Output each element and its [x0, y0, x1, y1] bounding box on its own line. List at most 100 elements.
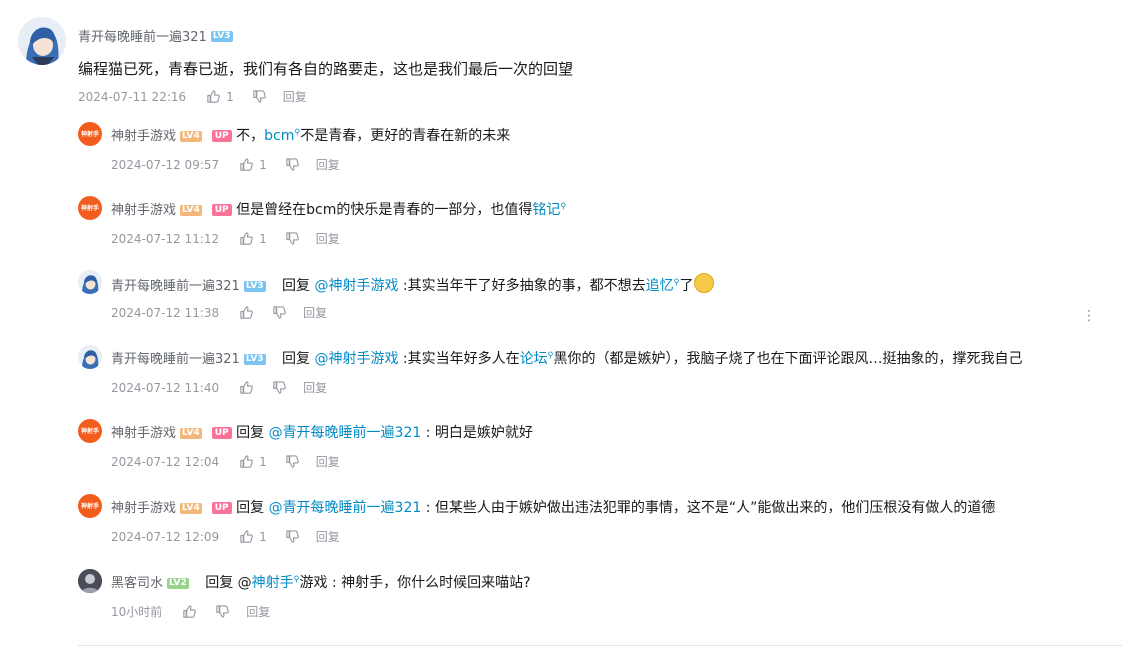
- reply-line: 青开每晚睡前一遍321 LV3 回复 @神射手游戏 :其实当年好多人在论坛⚲黑你的…: [111, 348, 1023, 368]
- thumb-up-icon: [206, 89, 221, 104]
- comment-meta: 10小时前 回复: [111, 603, 270, 620]
- level-badge: LV3: [210, 31, 233, 42]
- avatar[interactable]: [78, 270, 102, 294]
- level-badge: LV3: [243, 280, 266, 292]
- reply-text: 不，: [236, 128, 265, 144]
- thumb-up-icon: [239, 157, 254, 172]
- timestamp: 2024-07-12 12:09: [111, 529, 220, 544]
- username[interactable]: 神射手游戏: [111, 426, 176, 441]
- avatar-text: 神射手: [80, 130, 99, 138]
- reply-button[interactable]: 回复: [246, 603, 270, 620]
- dislike-button[interactable]: [215, 604, 230, 619]
- timestamp: 2024-07-12 12:04: [111, 454, 220, 469]
- reply-button[interactable]: 回复: [303, 304, 327, 321]
- dislike-button[interactable]: [285, 529, 300, 544]
- comment-text: 编程猫已死，青春已逝，我们有各自的路要走，这也是我们最后一次的回望: [78, 60, 574, 78]
- thumb-up-icon: [182, 604, 197, 619]
- like-count: 1: [226, 89, 234, 104]
- comment-meta: 2024-07-12 12:04 1 回复: [111, 453, 340, 470]
- mention-link[interactable]: @青开每晚睡前一遍321: [269, 500, 422, 516]
- reply-button[interactable]: 回复: [316, 528, 340, 545]
- reply-button[interactable]: 回复: [316, 453, 340, 470]
- avatar-text: 神射手: [80, 502, 99, 510]
- avatar[interactable]: [78, 345, 102, 369]
- avatar[interactable]: 神射手: [78, 494, 102, 518]
- up-tag: UP: [211, 427, 232, 439]
- more-options-icon[interactable]: ⋮: [1082, 308, 1096, 324]
- username[interactable]: 青开每晚睡前一遍321: [78, 30, 207, 45]
- like-button[interactable]: 1: [239, 529, 267, 544]
- dislike-button[interactable]: [272, 380, 287, 395]
- timestamp: 2024-07-12 11:40: [111, 380, 220, 395]
- level-badge: LV2: [167, 577, 189, 589]
- search-link-text: 神射手: [251, 575, 294, 591]
- dislike-button[interactable]: [285, 454, 300, 469]
- reply-prefix: 回复: [236, 425, 265, 441]
- username[interactable]: 神射手游戏: [111, 129, 176, 144]
- reply-line: 神射手游戏 LV4 UP 但是曾经在bcm的快乐是青春的一部分，也值得铭记⚲: [111, 199, 566, 219]
- thumb-up-icon: [239, 305, 254, 320]
- mention-link[interactable]: @神射手游戏: [314, 351, 398, 367]
- like-button[interactable]: [239, 305, 254, 320]
- mention-link[interactable]: @神射手游戏: [314, 278, 398, 294]
- like-button[interactable]: 1: [239, 157, 267, 172]
- anime-avatar-icon: [18, 17, 66, 65]
- reply-text: 游戏 : 神射手，你什么时候回来喵站?: [299, 575, 531, 591]
- reply-prefix: 回复: [282, 351, 311, 367]
- like-count: 1: [259, 231, 267, 246]
- reply-prefix: 回复: [236, 500, 265, 516]
- like-button[interactable]: 1: [239, 454, 267, 469]
- search-link[interactable]: bcm⚲: [264, 127, 300, 144]
- avatar-text: 神射手: [80, 204, 99, 212]
- up-tag: UP: [211, 130, 232, 142]
- reply-text: : 但某些人由于嫉妒做出违法犯罪的事情，这不是“人”能做出来的，他们压根没有做人…: [421, 500, 996, 516]
- level-badge: LV4: [180, 427, 202, 439]
- dislike-button[interactable]: [252, 89, 267, 104]
- username[interactable]: 神射手游戏: [111, 203, 176, 218]
- timestamp: 2024-07-11 22:16: [78, 89, 187, 104]
- reply-button[interactable]: 回复: [316, 156, 340, 173]
- avatar[interactable]: [78, 569, 102, 593]
- reply-text: : 明白是嫉妒就好: [421, 425, 533, 441]
- timestamp: 2024-07-12 11:38: [111, 305, 220, 320]
- dark-avatar-icon: [78, 569, 102, 593]
- search-link[interactable]: 神射手⚲: [251, 574, 300, 591]
- search-link[interactable]: 论坛⚲: [520, 350, 554, 367]
- avatar-text: 神射手: [80, 427, 99, 435]
- avatar[interactable]: 神射手: [78, 419, 102, 443]
- username[interactable]: 黑客司水: [111, 576, 163, 591]
- search-link[interactable]: 铭记⚲: [532, 201, 567, 218]
- reply-prefix: 回复: [282, 278, 311, 294]
- level-badge: LV4: [180, 502, 202, 514]
- dislike-button[interactable]: [285, 157, 300, 172]
- dislike-button[interactable]: [272, 305, 287, 320]
- thumb-up-icon: [239, 454, 254, 469]
- main-author: 青开每晚睡前一遍321 LV3: [78, 26, 233, 45]
- mention-link[interactable]: @青开每晚睡前一遍321: [269, 425, 422, 441]
- thumb-up-icon: [239, 529, 254, 544]
- thumb-down-icon: [285, 157, 300, 172]
- username[interactable]: 神射手游戏: [111, 501, 176, 516]
- timestamp: 2024-07-12 09:57: [111, 157, 220, 172]
- like-button[interactable]: 1: [239, 231, 267, 246]
- like-button[interactable]: [239, 380, 254, 395]
- username[interactable]: 青开每晚睡前一遍321: [111, 279, 240, 294]
- reply-line: 神射手游戏 LV4 UP 回复 @青开每晚睡前一遍321 : 但某些人由于嫉妒做出违…: [111, 497, 995, 517]
- reply-text: :其实当年好多人在: [398, 351, 520, 367]
- mention-at: @: [237, 575, 252, 591]
- reply-button[interactable]: 回复: [316, 230, 340, 247]
- reply-button[interactable]: 回复: [303, 379, 327, 396]
- thumb-down-icon: [285, 529, 300, 544]
- like-button[interactable]: [182, 604, 197, 619]
- avatar[interactable]: 神射手: [78, 122, 102, 146]
- reply-button[interactable]: 回复: [283, 88, 307, 105]
- username[interactable]: 青开每晚睡前一遍321: [111, 352, 240, 367]
- search-link[interactable]: 追忆⚲: [646, 277, 680, 294]
- avatar[interactable]: 神射手: [78, 196, 102, 220]
- dislike-button[interactable]: [285, 231, 300, 246]
- like-button[interactable]: 1: [206, 89, 234, 104]
- search-link-text: 铭记: [532, 202, 561, 218]
- avatar[interactable]: [18, 17, 66, 65]
- search-icon: ⚲: [560, 201, 567, 211]
- reply-text: 黑你的（都是嫉妒），我脑子烧了也在下面评论跟风…挺抽象的，撑死我自己: [553, 351, 1023, 367]
